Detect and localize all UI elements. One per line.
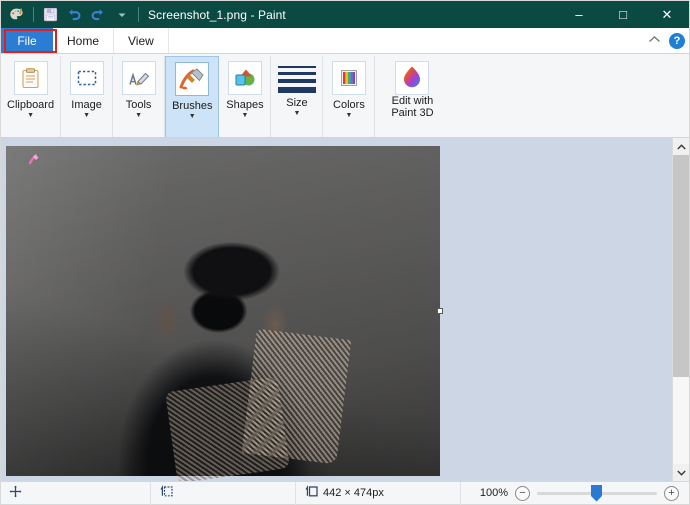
caret-down-icon[interactable]: ▼ [83, 112, 90, 120]
ribbon-group-shapes[interactable]: Shapes ▼ [219, 56, 272, 137]
shapes-icon [227, 61, 262, 95]
toolbar-separator-2 [138, 7, 139, 22]
canvas-workspace[interactable] [1, 138, 689, 481]
ribbon-group-tools[interactable]: Tools ▼ [113, 56, 166, 137]
status-image-size: 442 × 474px [296, 481, 461, 505]
caret-down-icon[interactable]: ▼ [241, 112, 248, 120]
resize-handle-east[interactable] [437, 308, 443, 314]
clipboard-icon [13, 61, 48, 95]
ribbon-label-paint3d-line1: Edit with [391, 95, 434, 107]
status-selection-size [151, 481, 296, 505]
zoom-percent-label: 100% [479, 487, 508, 499]
caret-down-icon[interactable]: ▼ [293, 110, 300, 118]
zoom-in-button[interactable]: + [664, 485, 679, 501]
paint-window: Screenshot_1.png - Paint – □ ✕ File Home… [0, 0, 690, 505]
chevron-up-icon[interactable] [648, 35, 661, 47]
scarf-pattern-front [165, 376, 290, 481]
photographer-with-camera-photo [6, 146, 440, 481]
paint-3d-icon [395, 61, 430, 95]
image-size-icon [304, 485, 318, 501]
paintbrush-icon [175, 62, 210, 96]
scroll-up-icon[interactable] [673, 138, 689, 155]
ribbon-label-colors: Colors [333, 99, 365, 111]
save-icon[interactable] [39, 4, 61, 26]
paint-palette-icon[interactable] [6, 4, 28, 26]
scrollbar-track[interactable] [673, 155, 689, 464]
line-thickness-icon [277, 66, 316, 93]
minimize-button[interactable]: – [557, 1, 601, 28]
ribbon-label-paint3d-line2: Paint 3D [391, 107, 434, 119]
ribbon-group-brushes[interactable]: Brushes ▼ [165, 56, 220, 137]
ribbon-label-clipboard: Clipboard [7, 99, 55, 111]
ribbon-group-size[interactable]: Size ▼ [271, 56, 324, 137]
ribbon-group-paint3d[interactable]: Edit with Paint 3D [375, 56, 449, 137]
vertical-scrollbar[interactable] [672, 138, 689, 481]
color-palette-icon [331, 61, 366, 95]
redo-icon[interactable] [87, 4, 109, 26]
caret-down-icon[interactable]: ▼ [27, 112, 34, 120]
ribbon-label-image: Image [71, 99, 102, 111]
pencil-text-icon [121, 61, 156, 95]
tab-strip-right-controls: ? [648, 28, 685, 54]
window-controls: – □ ✕ [557, 1, 689, 28]
ribbon-group-image[interactable]: Image ▼ [61, 56, 114, 137]
ribbon-group-colors[interactable]: Colors ▼ [323, 56, 376, 137]
select-rectangle-icon [69, 61, 104, 95]
help-button[interactable]: ? [669, 33, 685, 49]
status-bar: 442 × 474px 100% − + [1, 481, 689, 505]
close-button[interactable]: ✕ [645, 1, 689, 28]
zoom-slider-track[interactable] [537, 484, 657, 502]
ribbon-label-shapes: Shapes [226, 99, 264, 111]
title-bar: Screenshot_1.png - Paint – □ ✕ [1, 1, 689, 28]
caret-down-icon[interactable]: ▼ [345, 112, 352, 120]
zoom-out-button[interactable]: − [515, 485, 530, 501]
ribbon-label-size: Size [286, 97, 308, 109]
ribbon-label-tools: Tools [125, 99, 152, 111]
scroll-down-icon[interactable] [673, 464, 689, 481]
toolbar-separator [33, 7, 34, 22]
caret-down-icon[interactable]: ▼ [135, 112, 142, 120]
cursor-position-icon [9, 485, 22, 501]
tab-file[interactable]: File [1, 28, 53, 53]
zoom-slider-thumb[interactable] [591, 484, 602, 502]
status-cursor-position [1, 481, 151, 505]
window-title: Screenshot_1.png - Paint [148, 7, 286, 22]
selection-size-icon [159, 485, 173, 501]
ribbon-toolbar: Clipboard ▼ Image ▼ Tools ▼ Brushes ▼ Sh… [1, 54, 689, 138]
tab-home[interactable]: Home [53, 28, 115, 53]
quick-access-toolbar: Screenshot_1.png - Paint [1, 4, 286, 26]
zoom-controls: 100% − + [478, 484, 689, 502]
maximize-button[interactable]: □ [601, 1, 645, 28]
ribbon-label-brushes: Brushes [172, 100, 213, 112]
ribbon-tab-strip: File Home View ? [1, 28, 689, 54]
undo-icon[interactable] [63, 4, 85, 26]
scrollbar-thumb[interactable] [673, 155, 689, 378]
chevron-down-icon[interactable] [111, 4, 133, 26]
image-canvas[interactable] [6, 146, 443, 481]
ribbon-group-clipboard[interactable]: Clipboard ▼ [1, 56, 62, 137]
image-size-value: 442 × 474px [323, 487, 384, 499]
tab-view[interactable]: View [114, 28, 169, 53]
caret-down-icon[interactable]: ▼ [189, 113, 196, 121]
